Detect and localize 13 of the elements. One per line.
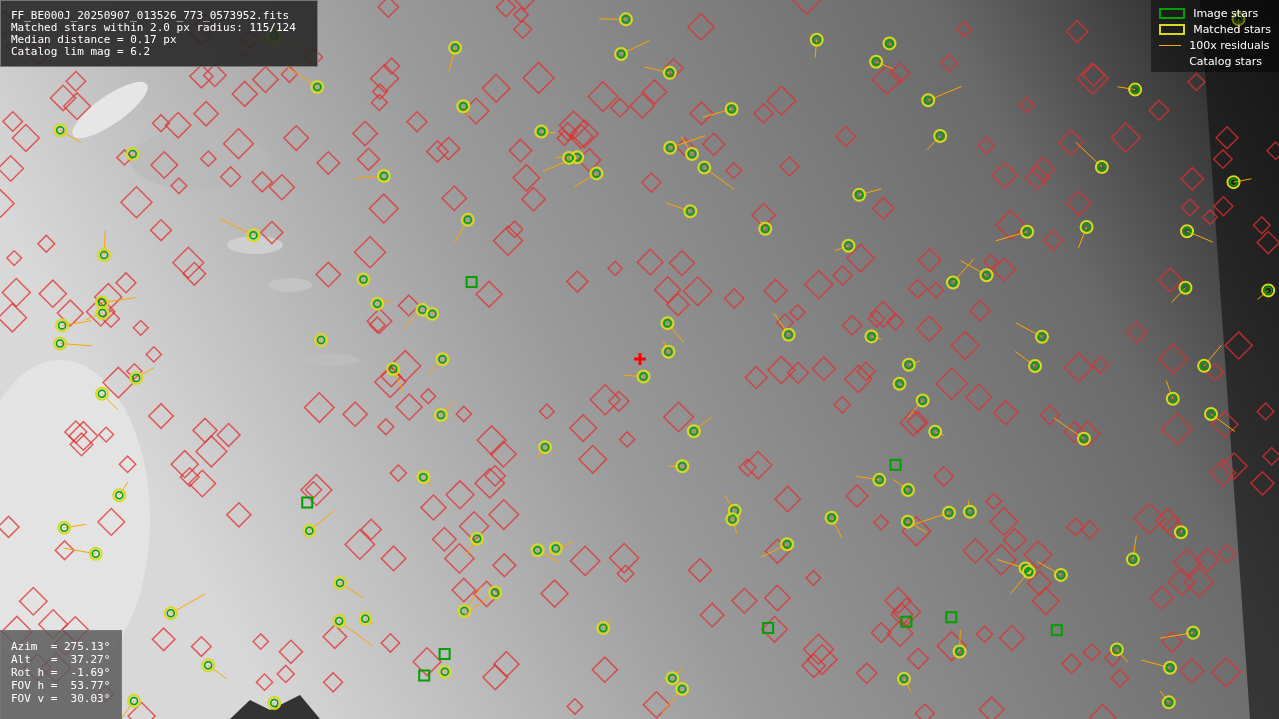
info-text: FF_BE000J_20250907_013526_773_0573952.fits [11, 10, 291, 22]
pointing-text: Azim = 275.13° [11, 641, 112, 653]
legend-label: Matched stars [1193, 22, 1271, 36]
legend-label: Catalog stars [1189, 54, 1262, 68]
pointing-text: Alt = 37.27° [11, 654, 112, 666]
info-text: Matched stars within 2.0 px radius: 115/124 [11, 22, 297, 34]
pointing-text: FOV v = 30.03° [11, 693, 112, 705]
info-text: Median distance = 0.17 px [11, 34, 178, 46]
pointing-text: Rot h = -1.69° [11, 667, 112, 679]
pointing-text: FOV h = 53.77° [11, 680, 112, 692]
legend-label: 100x residuals [1189, 38, 1270, 52]
legend-label: Image stars [1193, 6, 1259, 20]
info-text: Catalog lim mag = 6.2 [11, 46, 152, 58]
